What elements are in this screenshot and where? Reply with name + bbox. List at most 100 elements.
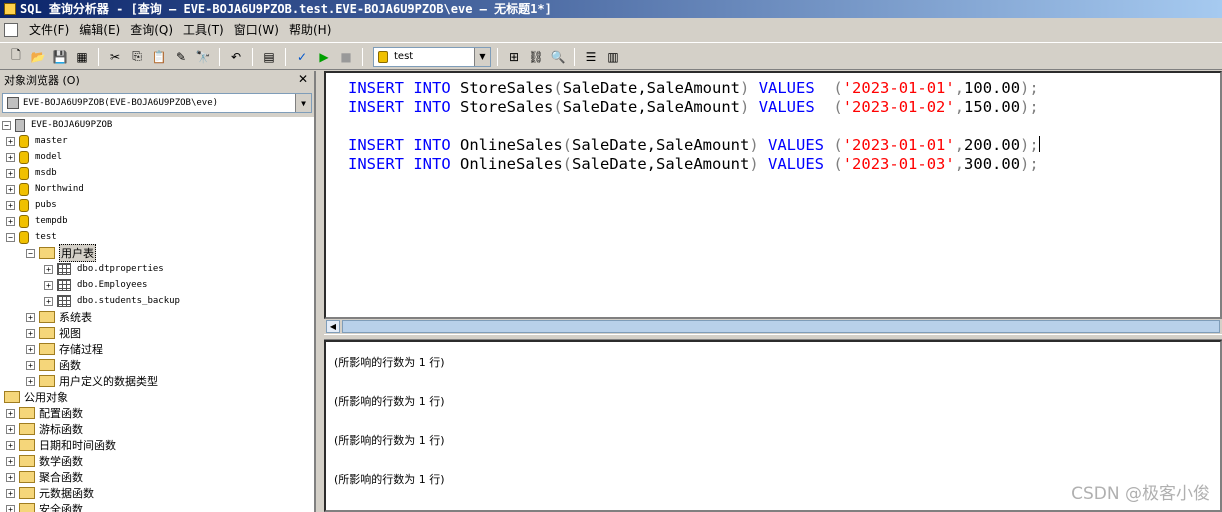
- tree-node-test[interactable]: − test: [6, 229, 57, 245]
- expand-icon[interactable]: +: [6, 440, 15, 450]
- close-icon[interactable]: ✕: [296, 73, 310, 87]
- expand-icon[interactable]: +: [6, 456, 15, 466]
- expand-icon[interactable]: +: [6, 152, 15, 162]
- expand-icon[interactable]: +: [26, 376, 35, 386]
- folder-icon: [39, 327, 55, 339]
- tree-node-model[interactable]: + model: [6, 149, 62, 165]
- document-icon[interactable]: [4, 23, 18, 37]
- properties-icon[interactable]: ☰: [581, 47, 601, 67]
- expand-icon[interactable]: +: [6, 472, 15, 482]
- new-query-icon[interactable]: 🗋: [6, 47, 26, 67]
- open-icon[interactable]: 📂: [28, 47, 48, 67]
- sql-code[interactable]: INSERT INTO StoreSales(SaleDate,SaleAmou…: [348, 79, 1040, 174]
- expand-icon[interactable]: +: [6, 488, 15, 498]
- expand-icon[interactable]: +: [26, 328, 35, 338]
- chevron-down-icon[interactable]: ▼: [295, 94, 311, 112]
- expand-icon[interactable]: +: [6, 216, 15, 226]
- tree-node-system-tables[interactable]: + 系统表: [26, 309, 92, 325]
- tree-node-pubs[interactable]: + pubs: [6, 197, 57, 213]
- folder-icon: [39, 359, 55, 371]
- stop-icon[interactable]: ■: [336, 47, 356, 67]
- result-message: (所影响的行数为 1 行): [334, 473, 445, 486]
- tree-node-common-item[interactable]: + 聚合函数: [6, 469, 83, 485]
- sql-editor[interactable]: INSERT INTO StoreSales(SaleDate,SaleAmou…: [324, 71, 1222, 319]
- results-pane: (所影响的行数为 1 行) (所影响的行数为 1 行) (所影响的行数为 1 行…: [324, 340, 1222, 512]
- object-search-icon[interactable]: 🔍: [548, 47, 568, 67]
- expand-icon[interactable]: +: [44, 264, 53, 274]
- editor-horizontal-scrollbar[interactable]: ◀: [324, 319, 1222, 334]
- tree-node-user-tables[interactable]: − 用户表: [26, 244, 96, 262]
- tree-node-views[interactable]: + 视图: [26, 325, 81, 341]
- tree-node-master[interactable]: + master: [6, 133, 68, 149]
- paste-icon[interactable]: 📋: [149, 47, 169, 67]
- expand-icon[interactable]: +: [6, 168, 15, 178]
- folder-icon: [19, 423, 35, 435]
- collapse-icon[interactable]: −: [26, 248, 35, 258]
- collapse-icon[interactable]: −: [6, 232, 15, 242]
- scroll-left-icon[interactable]: ◀: [326, 320, 340, 333]
- tree-node-table[interactable]: + dbo.Employees: [44, 277, 147, 293]
- folder-open-icon: [39, 247, 55, 259]
- expand-icon[interactable]: +: [6, 424, 15, 434]
- tree-node-common-item[interactable]: + 日期和时间函数: [6, 437, 116, 453]
- tree-node-msdb[interactable]: + msdb: [6, 165, 57, 181]
- scrollbar-thumb[interactable]: [342, 320, 1220, 333]
- tree-node-northwind[interactable]: + Northwind: [6, 181, 84, 197]
- undo-icon[interactable]: ↶: [226, 47, 246, 67]
- save-icon[interactable]: 💾: [50, 47, 70, 67]
- results-pane-icon[interactable]: ▥: [603, 47, 623, 67]
- expand-icon[interactable]: +: [6, 136, 15, 146]
- tree-node-common-item[interactable]: + 游标函数: [6, 421, 83, 437]
- show-plan-icon[interactable]: ⊞: [504, 47, 524, 67]
- parse-query-icon[interactable]: ✓: [292, 47, 312, 67]
- database-icon: [19, 230, 29, 244]
- execute-icon[interactable]: ▶: [314, 47, 334, 67]
- expand-icon[interactable]: +: [26, 360, 35, 370]
- tree-node-functions[interactable]: + 函数: [26, 357, 81, 373]
- expand-icon[interactable]: +: [26, 312, 35, 322]
- database-icon: [378, 50, 388, 63]
- tree-node-procedures[interactable]: + 存储过程: [26, 341, 103, 357]
- tree-node-udt[interactable]: + 用户定义的数据类型: [26, 373, 158, 389]
- expand-icon[interactable]: +: [6, 408, 15, 418]
- expand-icon[interactable]: +: [26, 344, 35, 354]
- expand-icon[interactable]: +: [6, 200, 15, 210]
- code-line: INSERT INTO StoreSales(SaleDate,SaleAmou…: [348, 79, 1039, 97]
- object-browser-header: 对象浏览器 (O) ✕: [0, 71, 314, 89]
- tree-node-server[interactable]: − EVE-BOJA6U9PZOB: [2, 117, 112, 133]
- object-browser: 对象浏览器 (O) ✕ EVE-BOJA6U9PZOB(EVE-BOJA6U9P…: [0, 71, 316, 512]
- menu-query[interactable]: 查询(Q): [125, 21, 178, 39]
- menu-help[interactable]: 帮助(H): [284, 21, 336, 39]
- tree-node-table[interactable]: + dbo.students_backup: [44, 293, 180, 309]
- tree-node-common-item[interactable]: + 元数据函数: [6, 485, 94, 501]
- database-select[interactable]: test ▼: [373, 46, 491, 67]
- collapse-icon[interactable]: −: [2, 120, 11, 130]
- tree-node-common-item[interactable]: + 配置函数: [6, 405, 83, 421]
- object-browser-icon[interactable]: ⛓: [526, 47, 546, 67]
- menu-tools[interactable]: 工具(T): [178, 21, 229, 39]
- menu-bar: 文件(F) 编辑(E) 查询(Q) 工具(T) 窗口(W) 帮助(H): [0, 18, 1222, 43]
- results-mode-icon[interactable]: ▤: [259, 47, 279, 67]
- copy-icon[interactable]: ⎘: [127, 47, 147, 67]
- menu-file[interactable]: 文件(F): [24, 21, 74, 39]
- folder-icon: [39, 343, 55, 355]
- tree-node-common-objects[interactable]: 公用对象: [4, 389, 68, 405]
- server-select[interactable]: EVE-BOJA6U9PZOB(EVE-BOJA6U9PZOB\eve) ▼: [2, 93, 312, 113]
- cut-icon[interactable]: ✂: [105, 47, 125, 67]
- chevron-down-icon[interactable]: ▼: [474, 47, 490, 66]
- tree-node-table[interactable]: + dbo.dtproperties: [44, 261, 164, 277]
- insert-template-icon[interactable]: ▦: [72, 47, 92, 67]
- expand-icon[interactable]: +: [44, 280, 53, 290]
- tree-node-common-item[interactable]: + 数学函数: [6, 453, 83, 469]
- menu-edit[interactable]: 编辑(E): [74, 21, 125, 39]
- expand-icon[interactable]: +: [6, 184, 15, 194]
- folder-icon: [39, 375, 55, 387]
- menu-window[interactable]: 窗口(W): [229, 21, 284, 39]
- tree-node-common-item[interactable]: + 安全函数: [6, 501, 83, 512]
- expand-icon[interactable]: +: [6, 504, 15, 512]
- tree-node-tempdb[interactable]: + tempdb: [6, 213, 68, 229]
- expand-icon[interactable]: +: [44, 296, 53, 306]
- find-icon[interactable]: 🔭: [193, 47, 213, 67]
- server-select-value: EVE-BOJA6U9PZOB(EVE-BOJA6U9PZOB\eve): [23, 98, 219, 108]
- clear-window-icon[interactable]: ✎: [171, 47, 191, 67]
